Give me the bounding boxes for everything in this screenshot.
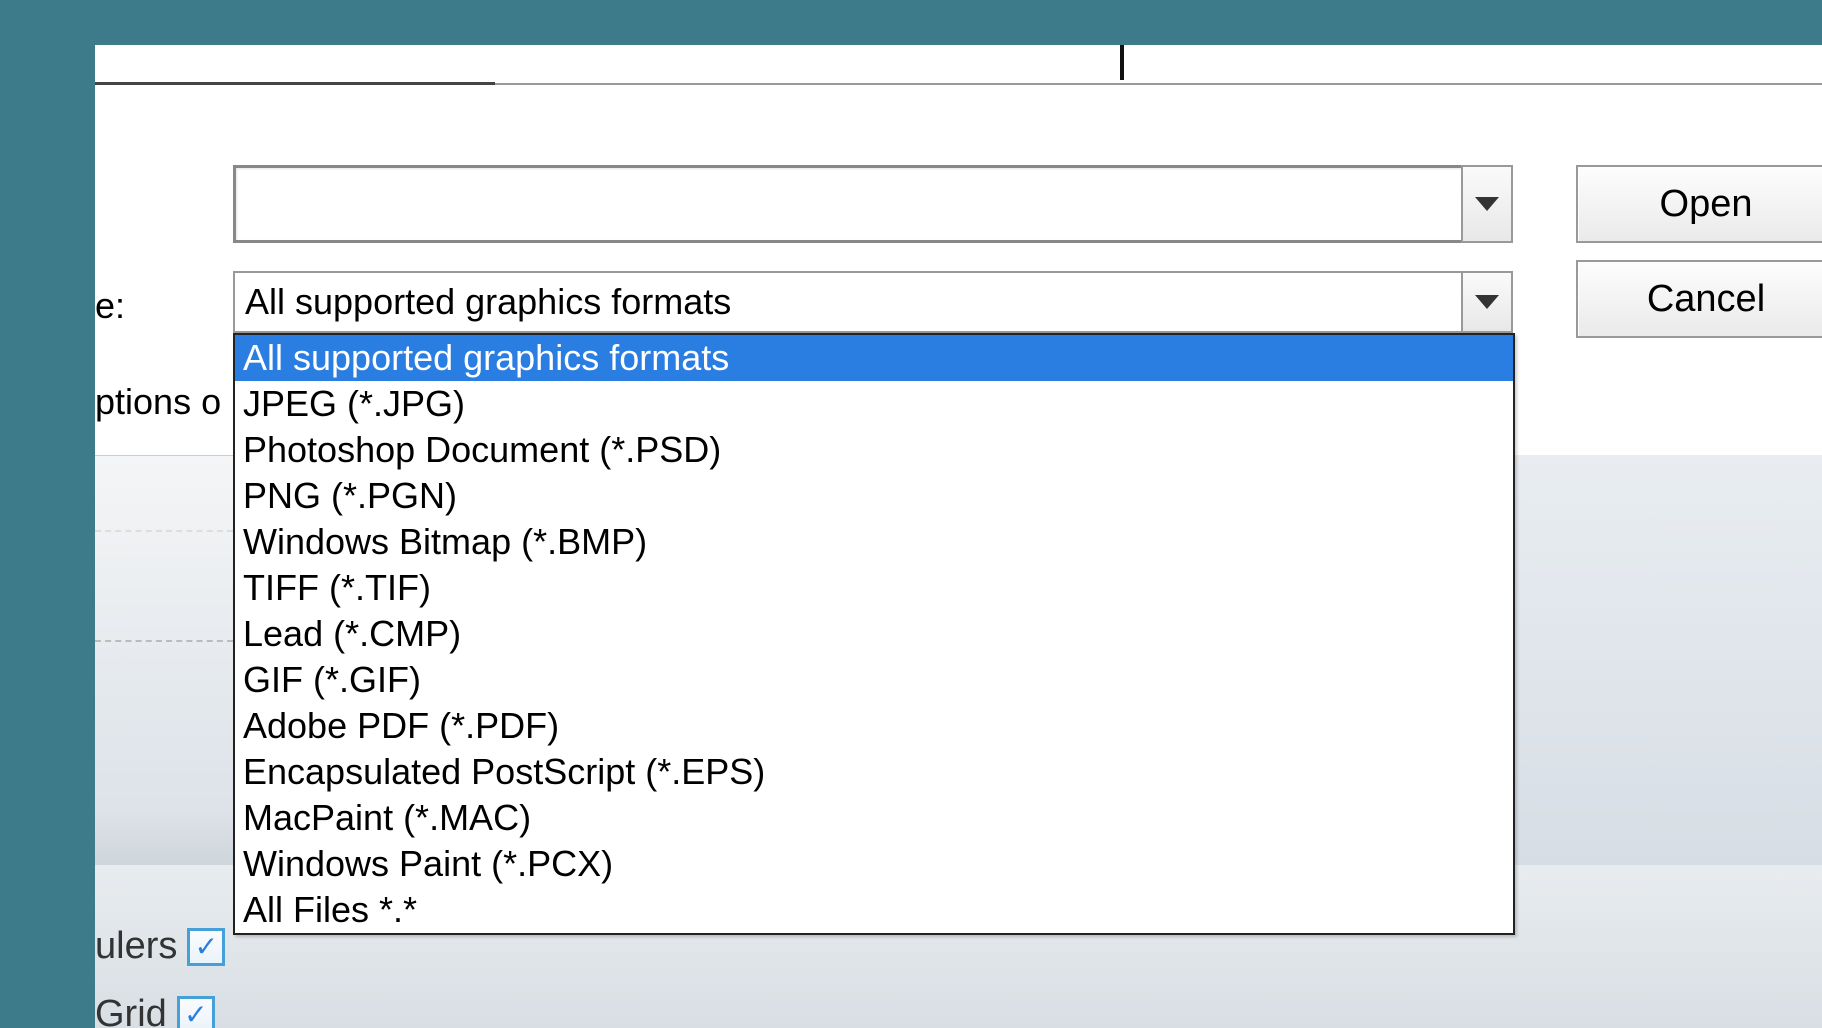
dialog-top-tab: [95, 45, 495, 85]
filetype-option[interactable]: GIF (*.GIF): [235, 657, 1513, 703]
right-background-panel: [1515, 455, 1822, 935]
filetype-label-partial: e:: [95, 285, 125, 327]
filename-dropdown-button[interactable]: [1461, 165, 1513, 243]
cancel-button[interactable]: Cancel: [1576, 260, 1822, 338]
grid-checkbox[interactable]: ✓: [177, 996, 215, 1028]
filetype-option[interactable]: Lead (*.CMP): [235, 611, 1513, 657]
dialog-top-strip: [95, 45, 1822, 85]
dashed-guide-2: [95, 530, 233, 532]
rulers-checkbox-row: ulers ✓: [95, 925, 225, 968]
filetype-option[interactable]: Adobe PDF (*.PDF): [235, 703, 1513, 749]
left-background-panel: [95, 455, 233, 805]
filetype-option[interactable]: All Files *.*: [235, 887, 1513, 933]
filetype-dropdown-list: All supported graphics formats JPEG (*.J…: [233, 333, 1515, 935]
rulers-checkbox[interactable]: ✓: [187, 928, 225, 966]
text-cursor-mark: [1120, 45, 1124, 80]
filetype-option[interactable]: Windows Paint (*.PCX): [235, 841, 1513, 887]
filetype-option[interactable]: MacPaint (*.MAC): [235, 795, 1513, 841]
filetype-dropdown-button[interactable]: [1461, 271, 1513, 333]
filetype-selected-text: All supported graphics formats: [245, 281, 731, 323]
options-label-partial: ptions o: [95, 381, 221, 423]
grid-label: Grid: [95, 993, 167, 1028]
filetype-option[interactable]: Windows Bitmap (*.BMP): [235, 519, 1513, 565]
filetype-option[interactable]: JPEG (*.JPG): [235, 381, 1513, 427]
filetype-combobox[interactable]: All supported graphics formats: [233, 271, 1513, 333]
filetype-option[interactable]: Encapsulated PostScript (*.EPS): [235, 749, 1513, 795]
filetype-option[interactable]: TIFF (*.TIF): [235, 565, 1513, 611]
open-button[interactable]: Open: [1576, 165, 1822, 243]
dialog-body: e: ptions o All supported graphics forma…: [95, 85, 1822, 120]
filetype-option[interactable]: All supported graphics formats: [235, 335, 1513, 381]
open-file-dialog: e: ptions o All supported graphics forma…: [95, 45, 1822, 1028]
filetype-option[interactable]: PNG (*.PGN): [235, 473, 1513, 519]
chevron-down-icon: [1475, 295, 1499, 309]
chevron-down-icon: [1475, 197, 1499, 211]
grid-checkbox-row: Grid ✓: [95, 993, 215, 1028]
dashed-guide-1: [95, 640, 233, 642]
filename-input[interactable]: [233, 165, 1513, 243]
filetype-option[interactable]: Photoshop Document (*.PSD): [235, 427, 1513, 473]
rulers-label-partial: ulers: [95, 925, 177, 968]
